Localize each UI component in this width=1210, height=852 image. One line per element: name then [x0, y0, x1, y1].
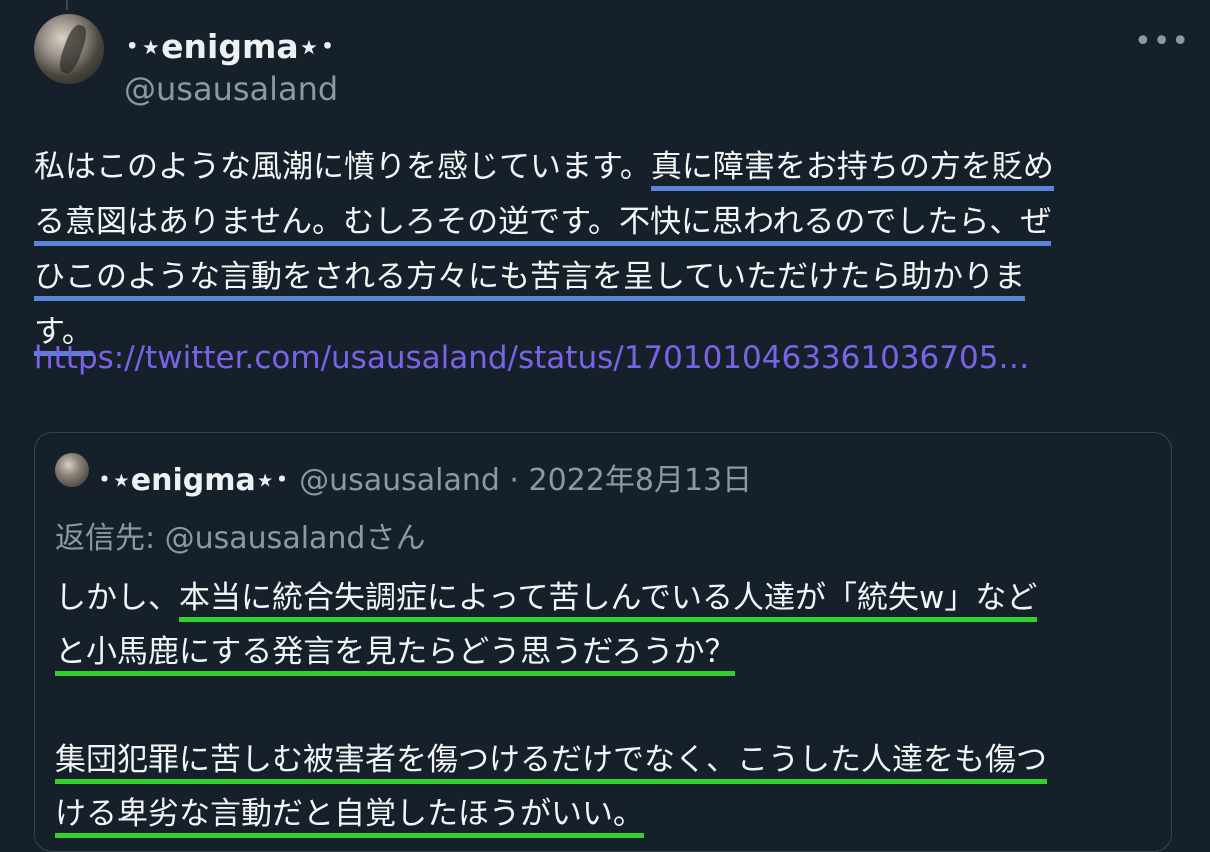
quoted-text: しかし、本当に統合失調症によって苦しんでいる人達が「統失w」など と小馬鹿にする… [55, 571, 1155, 841]
quoted-display-name: ･⋆enigma⋆･ [97, 463, 290, 498]
tweet-text-line: る意図はありません。むしろその逆です。不快に思われるのでしたら、ぜ [34, 195, 1174, 250]
tweet-text: 私はこのような風潮に憤りを感じています。真に障害をお持ちの方を貶め る意図はあり… [34, 140, 1174, 360]
quoted-text-line: ける卑劣な言動だと自覚したほうがいい。 [55, 787, 1155, 841]
quoted-meta: @usausaland · 2022年8月13日 [289, 463, 753, 498]
quoted-tweet[interactable]: ･⋆enigma⋆･ @usausaland · 2022年8月13日 返信先:… [34, 432, 1172, 852]
status-link[interactable]: https://twitter.com/usausaland/status/17… [34, 340, 1029, 376]
quoted-text-line: しかし、本当に統合失調症によって苦しんでいる人達が「統失w」など [55, 571, 1155, 625]
user-handle[interactable]: @usausaland [124, 70, 338, 108]
quoted-text-line: と小馬鹿にする発言を見たらどう思うだろうか？ [55, 625, 1155, 679]
quoted-header: ･⋆enigma⋆･ @usausaland · 2022年8月13日 [97, 455, 752, 499]
display-name[interactable]: ･⋆enigma⋆･ [124, 20, 336, 68]
tweet-text-line: ひこのような言動をされる方々にも苦言を呈していただけたら助かりま [34, 250, 1174, 305]
thread-connector-line [66, 0, 68, 10]
reply-to-label: 返信先: @usausalandさん [55, 521, 426, 556]
tweet-text-line: 私はこのような風潮に憤りを感じています。真に障害をお持ちの方を貶め [34, 140, 1174, 195]
more-options-icon[interactable]: ••• [1134, 24, 1190, 59]
quoted-avatar [55, 453, 89, 487]
avatar[interactable] [34, 14, 104, 84]
quoted-text-line: 集団犯罪に苦しむ被害者を傷つけるだけでなく、こうした人達をも傷つ [55, 733, 1155, 787]
